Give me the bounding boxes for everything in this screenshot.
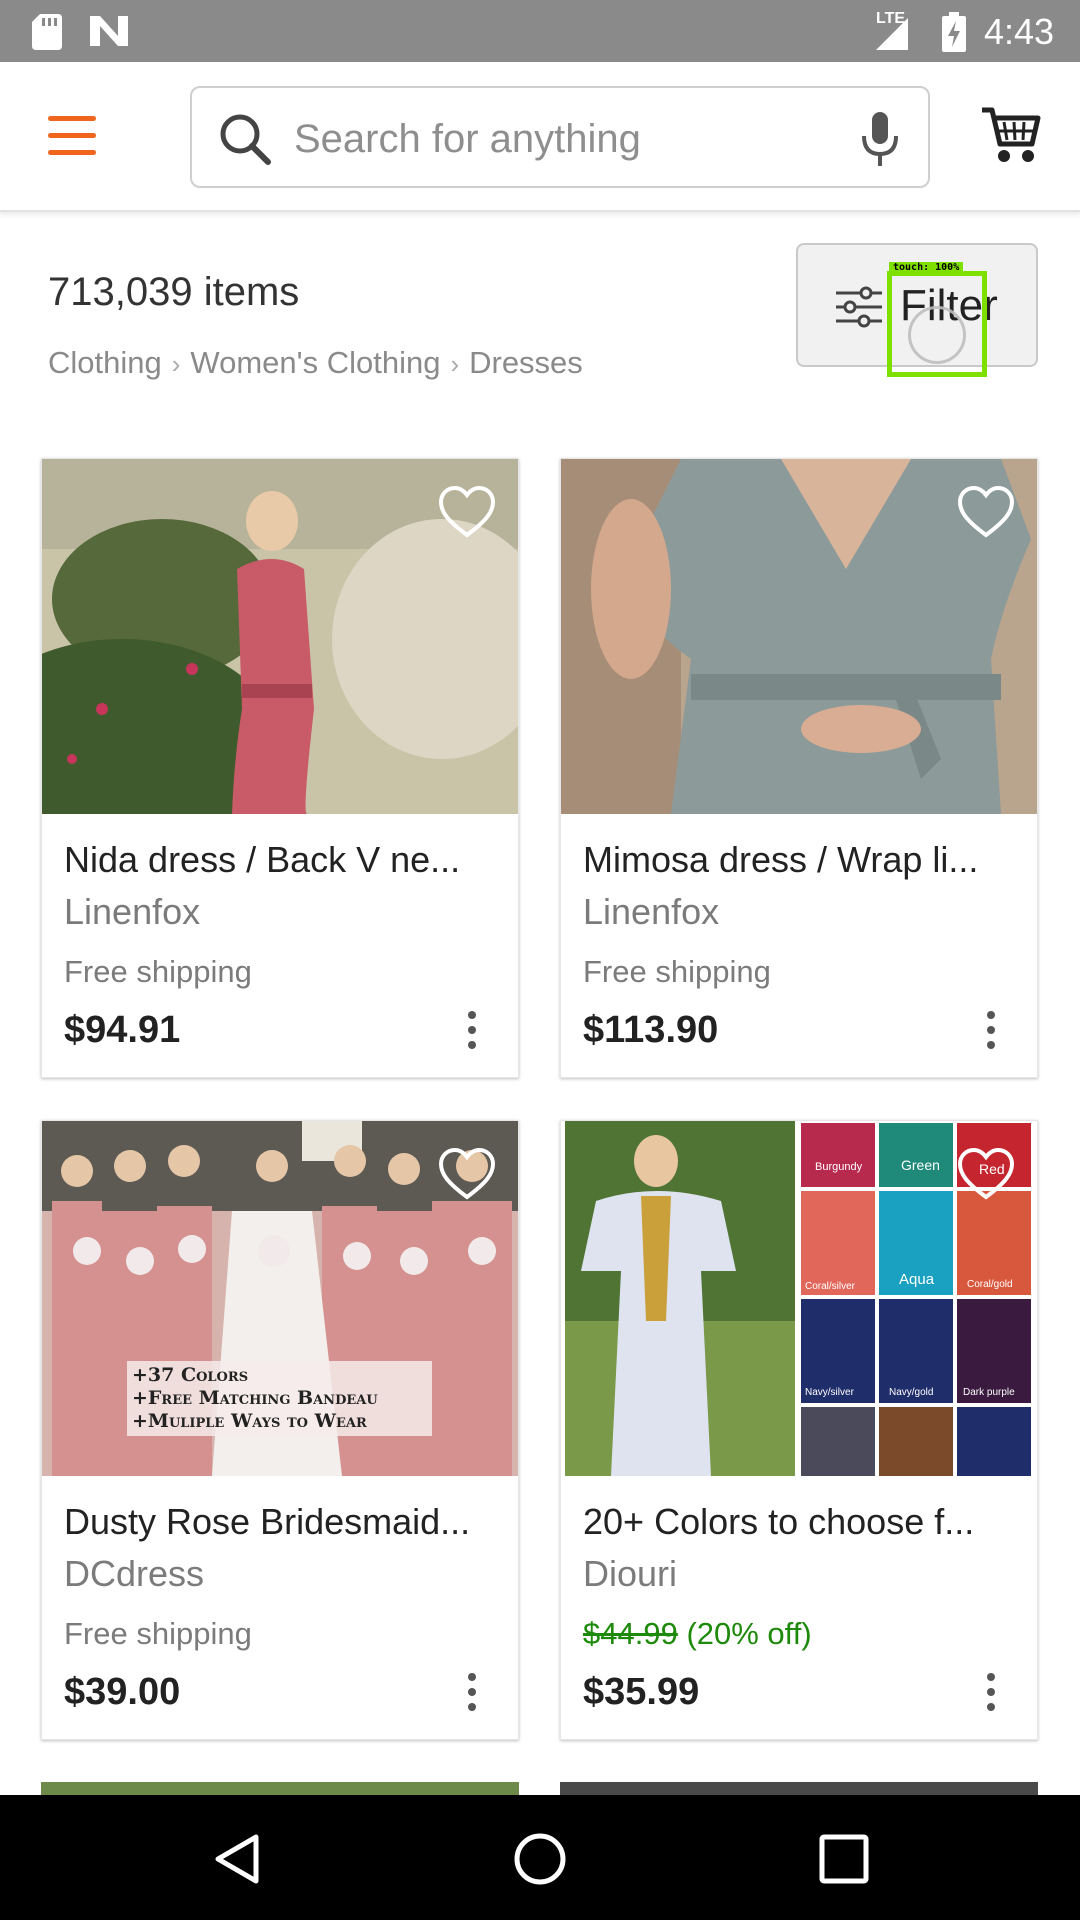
n-logo-icon — [90, 16, 128, 46]
home-icon[interactable] — [510, 1831, 570, 1887]
listing-image[interactable]: +37 Colors +Free Matching Bandeau +Mulip… — [42, 1121, 518, 1476]
price: $39.00 — [64, 1671, 181, 1713]
swatch-label: Coral/gold — [967, 1279, 1013, 1290]
more-options-icon[interactable] — [987, 1673, 997, 1713]
system-nav-bar — [0, 1795, 1080, 1920]
back-icon[interactable] — [208, 1831, 268, 1887]
listing-card-partial[interactable] — [41, 1782, 519, 1796]
shipping-info: Free shipping — [64, 954, 252, 989]
listing-card[interactable]: +37 Colors +Free Matching Bandeau +Mulip… — [41, 1120, 519, 1740]
image-caption: +37 Colors +Free Matching Bandeau +Mulip… — [132, 1364, 378, 1433]
swatch-label: Dark purple — [963, 1387, 1015, 1398]
results-count: 713,039 items — [48, 270, 300, 314]
chevron-right-icon: › — [450, 349, 460, 379]
shop-name: Diouri — [583, 1553, 678, 1594]
sale-info: $44.99 (20% off) — [583, 1616, 812, 1652]
swatch-label: Green — [901, 1157, 940, 1173]
shipping-info: Free shipping — [64, 1616, 252, 1651]
touch-indicator-label: touch: 100% — [889, 262, 964, 274]
listing-title: 20+ Colors to choose f... — [583, 1501, 975, 1542]
shop-name: Linenfox — [64, 891, 201, 932]
breadcrumb-item[interactable]: Dresses — [469, 345, 583, 380]
price: $35.99 — [583, 1671, 700, 1713]
status-bar: LTE 4:43 — [0, 0, 1080, 62]
menu-icon[interactable] — [48, 116, 98, 156]
sd-card-icon — [32, 14, 62, 50]
heart-icon[interactable] — [957, 485, 1015, 539]
search-bar[interactable] — [190, 86, 930, 188]
swatch-label: Navy/silver — [805, 1387, 854, 1398]
listing-image[interactable]: Burgundy Green Red Coral/silver Aqua Cor… — [561, 1121, 1037, 1476]
search-input[interactable] — [292, 110, 816, 168]
breadcrumb-item[interactable]: Clothing — [48, 345, 162, 380]
original-price: $44.99 — [583, 1616, 678, 1651]
discount-label: (20% off) — [686, 1616, 812, 1651]
search-icon — [220, 114, 271, 165]
battery-charging-icon — [942, 12, 966, 52]
heart-icon[interactable] — [438, 485, 496, 539]
sliders-icon — [836, 286, 882, 328]
image-caption-line: +37 Colors — [132, 1364, 249, 1386]
listing-card-partial[interactable] — [560, 1782, 1038, 1796]
clock: 4:43 — [984, 11, 1055, 52]
touch-point — [908, 306, 966, 364]
breadcrumb: Clothing › Women's Clothing › Dresses — [48, 345, 583, 381]
recents-icon[interactable] — [814, 1831, 874, 1887]
signal-icon — [876, 18, 908, 50]
swatch-label: Coral/silver — [805, 1281, 856, 1292]
shop-name: DCdress — [64, 1553, 205, 1594]
listing-card[interactable]: Mimosa dress / Wrap li... Linenfox Free … — [560, 458, 1038, 1078]
more-options-icon[interactable] — [468, 1011, 478, 1051]
listing-title: Mimosa dress / Wrap li... — [583, 839, 979, 880]
listing-image[interactable] — [561, 459, 1037, 814]
cart-icon[interactable] — [980, 102, 1042, 166]
heart-icon[interactable] — [438, 1147, 496, 1201]
price: $94.91 — [64, 1009, 181, 1051]
listing-title: Nida dress / Back V ne... — [64, 839, 461, 880]
swatch-label: Burgundy — [815, 1161, 863, 1173]
heart-icon[interactable] — [957, 1147, 1015, 1201]
mic-icon[interactable] — [860, 110, 900, 168]
more-options-icon[interactable] — [987, 1011, 997, 1051]
breadcrumb-item[interactable]: Women's Clothing — [190, 345, 440, 380]
more-options-icon[interactable] — [468, 1673, 478, 1713]
listing-card[interactable]: Burgundy Green Red Coral/silver Aqua Cor… — [560, 1120, 1038, 1740]
image-caption-line: +Muliple Ways to Wear — [132, 1410, 367, 1432]
swatch-label: Navy/gold — [889, 1387, 934, 1398]
swatch-label: Aqua — [899, 1271, 935, 1288]
chevron-right-icon: › — [171, 349, 181, 379]
price: $113.90 — [583, 1009, 719, 1051]
app-bar — [0, 62, 1080, 212]
shop-name: Linenfox — [583, 891, 720, 932]
listing-card[interactable]: Nida dress / Back V ne... Linenfox Free … — [41, 458, 519, 1078]
shipping-info: Free shipping — [583, 954, 771, 989]
listing-title: Dusty Rose Bridesmaid... — [64, 1501, 471, 1542]
listing-image[interactable] — [42, 459, 518, 814]
image-caption-line: +Free Matching Bandeau — [132, 1387, 378, 1409]
